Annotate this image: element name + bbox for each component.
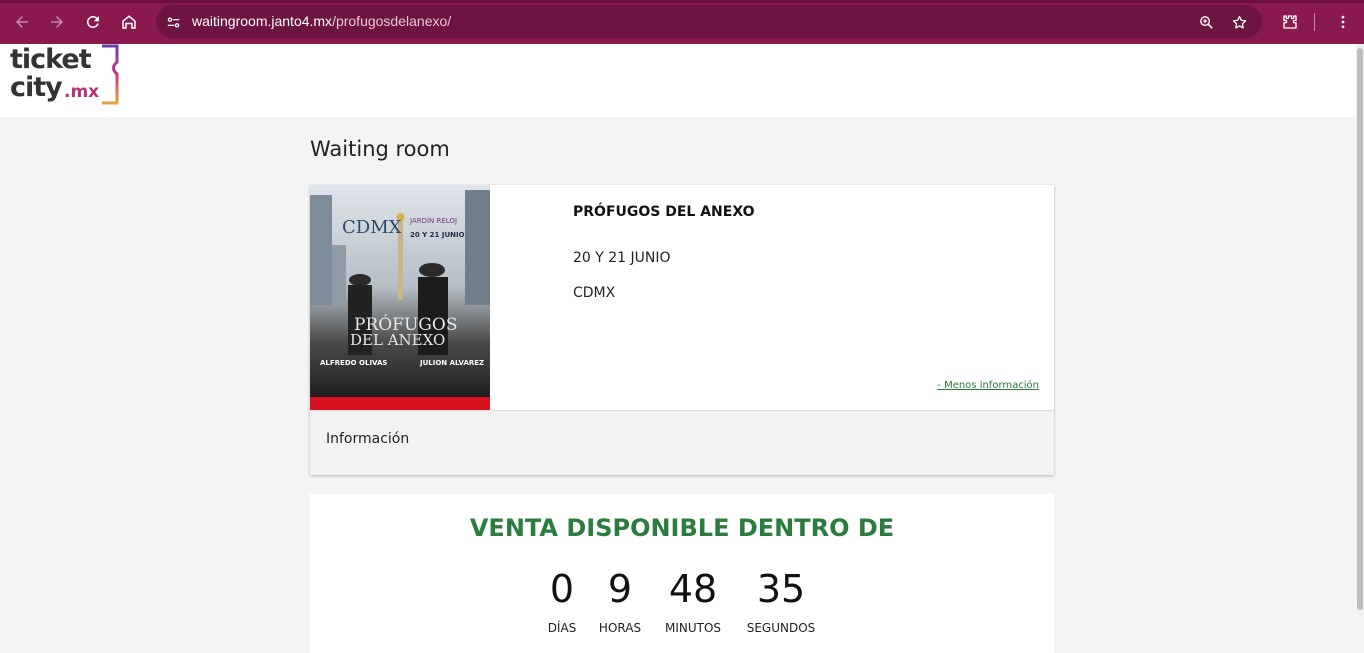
logo-mx-text: .mx <box>64 82 100 102</box>
countdown-seconds-label: SEGUNDOS <box>746 621 816 635</box>
event-poster-image: CDMX JARDÍN RELOJ 20 Y 21 JUNIO PRÓFUGOS… <box>310 185 490 410</box>
countdown-seconds: 35 SEGUNDOS <box>740 566 822 635</box>
poster-dates-text: 20 Y 21 JUNIO <box>410 231 465 239</box>
url-path: /profugosdelanexo/ <box>332 13 452 29</box>
event-city: CDMX <box>573 285 616 301</box>
url-host: waitingroom.janto4.mx <box>192 13 333 29</box>
browser-toolbar: waitingroom.janto4.mx/profugosdelanexo/ <box>0 0 1364 44</box>
event-date: 20 Y 21 JUNIO <box>573 250 671 266</box>
back-button[interactable] <box>8 8 36 36</box>
site-settings-icon[interactable] <box>162 11 184 33</box>
info-section[interactable]: Información <box>310 410 1054 475</box>
zoom-icon[interactable] <box>1195 11 1217 33</box>
page-title: Waiting room <box>310 137 450 161</box>
countdown-days-label: DÍAS <box>547 621 577 635</box>
countdown-days-value: 0 <box>549 567 575 611</box>
poster-venue-text: JARDÍN RELOJ <box>409 216 457 225</box>
info-label: Información <box>326 431 410 447</box>
reload-icon <box>86 15 99 28</box>
countdown-title: VENTA DISPONIBLE DENTRO DE <box>469 514 895 542</box>
countdown-minutes-label: MINUTOS <box>664 621 722 635</box>
poster-artist-right: JULION ALVAREZ <box>419 359 484 367</box>
event-name: PRÓFUGOS DEL ANEXO <box>573 204 755 220</box>
address-bar[interactable]: waitingroom.janto4.mx/profugosdelanexo/ <box>156 5 1262 38</box>
countdown-hours: 9 HORAS <box>595 566 645 635</box>
ticketcity-logo[interactable]: ticket city .mx <box>10 44 125 108</box>
menu-button[interactable] <box>1329 8 1357 36</box>
forward-button[interactable] <box>43 8 71 36</box>
countdown-seconds-value: 35 <box>756 567 806 611</box>
logo-city-text: city <box>10 72 63 103</box>
countdown-hours-label: HORAS <box>598 621 642 635</box>
less-info-link[interactable]: - Menos información <box>937 380 1039 391</box>
toolbar-divider <box>1314 13 1315 31</box>
countdown-days: 0 DÍAS <box>542 566 582 635</box>
countdown-hours-value: 9 <box>607 567 633 611</box>
poster-artist-left: ALFREDO OLIVAS <box>320 359 387 367</box>
event-card: CDMX JARDÍN RELOJ 20 Y 21 JUNIO PRÓFUGOS… <box>310 185 1054 475</box>
home-button[interactable] <box>115 8 143 36</box>
poster-title-line2: DEL ANEXO <box>350 331 445 349</box>
puzzle-icon <box>1283 15 1297 29</box>
site-header: ticket city .mx <box>0 44 1364 117</box>
url-text: waitingroom.janto4.mx/profugosdelanexo/ <box>192 13 451 29</box>
countdown-minutes: 48 MINUTOS <box>658 566 728 635</box>
bookmark-star-icon[interactable] <box>1228 11 1250 33</box>
extensions-button[interactable] <box>1276 8 1304 36</box>
reload-button[interactable] <box>79 8 107 36</box>
countdown-card: VENTA DISPONIBLE DENTRO DE 0 DÍAS 9 HORA… <box>310 494 1054 653</box>
page-scrollbar[interactable] <box>1356 44 1364 615</box>
arrow-left-icon <box>16 16 28 28</box>
poster-city-text: CDMX <box>342 217 402 238</box>
more-vert-icon <box>1341 15 1345 29</box>
logo-ticket-text: ticket <box>10 44 92 75</box>
home-icon <box>122 15 136 29</box>
scrollbar-thumb[interactable] <box>1357 48 1363 610</box>
arrow-right-icon <box>51 16 63 28</box>
countdown-minutes-value: 48 <box>668 567 718 611</box>
